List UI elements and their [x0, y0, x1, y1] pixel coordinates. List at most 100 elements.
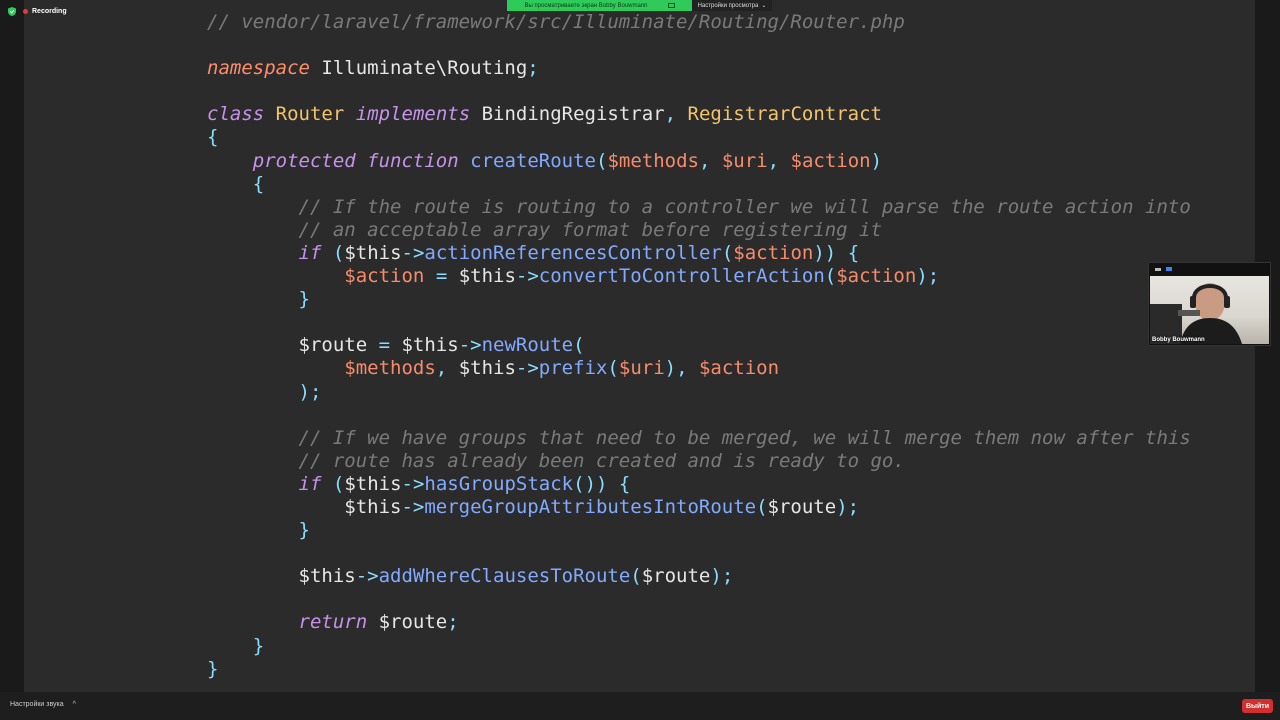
code-token: ->: [401, 495, 425, 518]
code-token: );: [916, 265, 940, 288]
code-token: $uri: [721, 149, 768, 172]
video-tile-controls: [1149, 263, 1172, 275]
chevron-down-icon: ⌄: [761, 3, 767, 9]
code-token: {: [207, 126, 219, 149]
code-line: if ($this->hasGroupStack()) {: [207, 473, 1191, 496]
code-token: if: [298, 472, 322, 495]
code-token: function: [367, 149, 459, 172]
code-token: {: [618, 472, 631, 495]
sound-settings-button[interactable]: Настройки звука ^: [10, 701, 76, 708]
code-token: Router: [275, 103, 345, 126]
code-token: RegistrarContract: [687, 103, 882, 126]
recording-indicator[interactable]: Recording: [8, 5, 67, 17]
code-line: namespace Illuminate\Routing;: [207, 57, 1191, 80]
code-token: // an acceptable array format before reg…: [298, 218, 882, 241]
code-line: $methods, $this->prefix($uri), $action: [207, 357, 1191, 380]
code-token: Illuminate\Routing: [309, 57, 528, 80]
code-token: ->: [458, 334, 482, 357]
code-line: $this->mergeGroupAttributesIntoRoute($ro…: [207, 496, 1191, 519]
code-token: (: [630, 565, 642, 588]
code-line: }: [207, 635, 1191, 658]
code-token: $methods: [607, 149, 699, 172]
screen-share-icon: [667, 2, 675, 8]
code-token: $methods: [344, 357, 436, 380]
code-token: (: [607, 357, 619, 380]
code-token: =: [378, 334, 391, 357]
code-token: $action: [733, 241, 814, 264]
exit-button[interactable]: Выйти: [1242, 699, 1273, 713]
code-token: BindingRegistrar: [470, 103, 665, 126]
chevron-up-icon: ^: [72, 701, 76, 708]
participant-name: Bobby Bouwmann: [1152, 337, 1205, 343]
code-token: // route has already been created and is…: [298, 449, 905, 472]
code-token: ->: [515, 357, 539, 380]
code-token: ,: [698, 149, 711, 172]
code-token: $this: [344, 472, 402, 495]
code-token: class: [207, 103, 265, 126]
code-token: )): [813, 241, 837, 264]
code-token: newRoute: [481, 334, 574, 357]
code-token: $this: [390, 334, 459, 357]
code-token: namespace: [207, 57, 310, 80]
code-line: // If we have groups that need to be mer…: [207, 427, 1191, 450]
code-token: ,: [435, 357, 448, 380]
code-token: $route: [367, 611, 448, 634]
code-token: ->: [401, 472, 425, 495]
code-token: );: [710, 565, 734, 588]
code-token: (: [332, 241, 345, 264]
code-line: }: [207, 288, 1191, 311]
code-token: ->: [401, 241, 425, 264]
code-token: $route: [207, 334, 379, 357]
code-token: ->: [515, 265, 539, 288]
code-token: (: [824, 265, 837, 288]
participant-video-tile[interactable]: Bobby Bouwmann: [1148, 262, 1271, 346]
code-token: convertToControllerAction: [538, 265, 825, 288]
layout-icon[interactable]: [1166, 267, 1172, 271]
code-token: );: [836, 495, 860, 518]
code-token: $this: [344, 241, 402, 264]
meeting-toolbar: Настройки звука ^: [0, 692, 1280, 720]
code-token: }: [298, 519, 310, 542]
code-token: {: [252, 172, 265, 195]
security-shield-icon: [8, 6, 16, 16]
minimize-icon[interactable]: [1155, 267, 1161, 271]
participant-silhouette: [1150, 283, 1242, 344]
code-token: }: [252, 634, 265, 657]
code-token: $this: [207, 495, 402, 518]
view-options-label: Настройки просмотра: [697, 2, 759, 9]
code-token: }: [298, 288, 310, 311]
code-token: (: [756, 495, 768, 518]
code-token: $uri: [618, 357, 665, 380]
code-token: $action: [698, 357, 780, 380]
code-line: class Router implements BindingRegistrar…: [207, 103, 1191, 126]
code-token: ,: [767, 149, 780, 172]
recording-dot-icon: [23, 8, 28, 14]
code-token: addWhereClausesToRoute: [378, 565, 631, 588]
view-options-menu[interactable]: Настройки просмотра ⌄: [692, 0, 772, 11]
sound-settings-label: Настройки звука: [10, 701, 64, 708]
code-token: ): [870, 149, 883, 172]
code-token: ,: [664, 103, 677, 126]
code-line: return $route;: [207, 611, 1191, 634]
code-token: ),: [664, 357, 688, 380]
code-token: hasGroupStack: [424, 472, 574, 495]
